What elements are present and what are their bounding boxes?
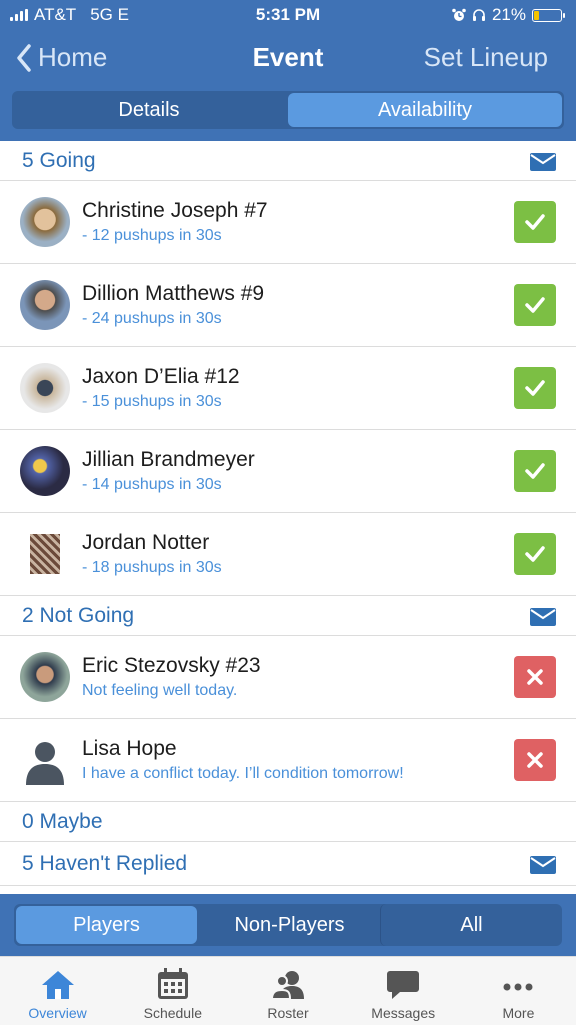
status-right: 21%	[452, 5, 565, 25]
person-name: Lisa Hope	[82, 737, 177, 760]
email-not-going-icon[interactable]	[530, 606, 556, 626]
section-not-going-label: 2 Not Going	[22, 603, 135, 627]
tab-availability[interactable]: Availability	[288, 93, 562, 127]
tab-schedule[interactable]: Schedule	[115, 957, 230, 1025]
person-note: - 18 pushups in 30s	[82, 559, 222, 576]
avatar	[20, 652, 70, 702]
people-icon	[270, 971, 304, 1000]
tab-messages-label: Messages	[371, 1005, 436, 1021]
home-icon	[41, 971, 74, 999]
person-name: Jordan Notter	[82, 531, 210, 554]
not-going-status-button[interactable]	[514, 739, 556, 781]
going-status-button[interactable]	[514, 450, 556, 492]
tab-more[interactable]: More	[461, 957, 576, 1025]
section-maybe-header: 0 Maybe	[0, 802, 576, 842]
filter-non-players[interactable]: Non-Players	[199, 904, 380, 946]
check-icon	[525, 463, 545, 479]
check-icon	[525, 380, 545, 396]
tab-schedule-label: Schedule	[143, 1005, 202, 1021]
avatar	[20, 280, 70, 330]
person-note: I have a conflict today. I’ll condition …	[82, 765, 404, 782]
status-bar: AT&T 5G E 5:31 PM 21%	[0, 0, 576, 30]
going-status-button[interactable]	[514, 201, 556, 243]
battery-icon	[532, 8, 565, 22]
filter-players[interactable]: Players	[16, 906, 197, 944]
person-name: Jillian Brandmeyer	[82, 448, 255, 471]
section-not-going-header: 2 Not Going	[0, 596, 576, 636]
person-note: Not feeling well today.	[82, 682, 238, 699]
check-icon	[525, 546, 545, 562]
tab-messages[interactable]: Messages	[346, 957, 461, 1025]
tab-more-label: More	[502, 1005, 535, 1021]
availability-list: 5 Going Christine Joseph #7 - 12 pushups…	[0, 141, 576, 886]
section-no-reply-header: 5 Haven't Replied	[0, 842, 576, 886]
person-note: - 14 pushups in 30s	[82, 476, 222, 493]
headphones-icon	[472, 9, 485, 21]
list-item[interactable]: Jordan Notter - 18 pushups in 30s	[0, 513, 576, 596]
set-lineup-button[interactable]: Set Lineup	[424, 42, 548, 73]
not-going-status-button[interactable]	[514, 656, 556, 698]
ellipsis-icon	[503, 983, 533, 991]
person-note: - 24 pushups in 30s	[82, 310, 222, 327]
list-item[interactable]: Jillian Brandmeyer - 14 pushups in 30s	[0, 430, 576, 513]
battery-percent: 21%	[491, 5, 526, 24]
tab-bar: Overview Schedule Roster Messages More	[0, 956, 576, 1025]
person-name: Jaxon D’Elia #12	[82, 365, 240, 388]
x-icon	[527, 752, 543, 768]
tab-roster-label: Roster	[267, 1005, 309, 1021]
list-item[interactable]: Christine Joseph #7 - 12 pushups in 30s	[0, 181, 576, 264]
going-status-button[interactable]	[514, 367, 556, 409]
list-item[interactable]: Eric Stezovsky #23 Not feeling well toda…	[0, 636, 576, 719]
check-icon	[525, 297, 545, 313]
avatar	[20, 363, 70, 413]
person-name: Christine Joseph #7	[82, 199, 268, 222]
person-note: - 12 pushups in 30s	[82, 227, 222, 244]
player-filter: Players Non-Players All	[14, 904, 562, 946]
section-going-header: 5 Going	[0, 141, 576, 181]
tab-roster[interactable]: Roster	[230, 957, 345, 1025]
chat-icon	[387, 971, 420, 999]
avatar-placeholder	[20, 735, 70, 785]
email-no-reply-icon[interactable]	[530, 854, 556, 874]
person-name: Eric Stezovsky #23	[82, 654, 261, 677]
tab-overview-label: Overview	[28, 1005, 87, 1021]
list-item[interactable]: Jaxon D’Elia #12 - 15 pushups in 30s	[0, 347, 576, 430]
list-item[interactable]: Lisa Hope I have a conflict today. I’ll …	[0, 719, 576, 802]
list-item[interactable]: Dillion Matthews #9 - 24 pushups in 30s	[0, 264, 576, 347]
section-going-label: 5 Going	[22, 148, 96, 172]
alarm-icon	[452, 8, 466, 21]
section-no-reply-label: 5 Haven't Replied	[22, 851, 188, 875]
filter-bar: Players Non-Players All	[0, 894, 576, 956]
avatar	[20, 197, 70, 247]
person-silhouette-icon	[26, 742, 64, 785]
person-name: Dillion Matthews #9	[82, 282, 265, 305]
nav-bar: Home Event Set Lineup	[0, 36, 576, 82]
going-status-button[interactable]	[514, 533, 556, 575]
event-tabs: Details Availability	[12, 91, 564, 129]
section-maybe-label: 0 Maybe	[22, 809, 103, 833]
avatar	[30, 534, 60, 574]
filter-all[interactable]: All	[380, 904, 562, 946]
email-going-icon[interactable]	[530, 151, 556, 171]
x-icon	[527, 669, 543, 685]
tab-details[interactable]: Details	[12, 91, 286, 129]
check-icon	[525, 214, 545, 230]
header: AT&T 5G E 5:31 PM 21% Home Event Set Lin…	[0, 0, 576, 141]
tab-overview[interactable]: Overview	[0, 957, 115, 1025]
calendar-icon	[157, 968, 188, 999]
avatar	[20, 446, 70, 496]
going-status-button[interactable]	[514, 284, 556, 326]
person-note: - 15 pushups in 30s	[82, 393, 222, 410]
